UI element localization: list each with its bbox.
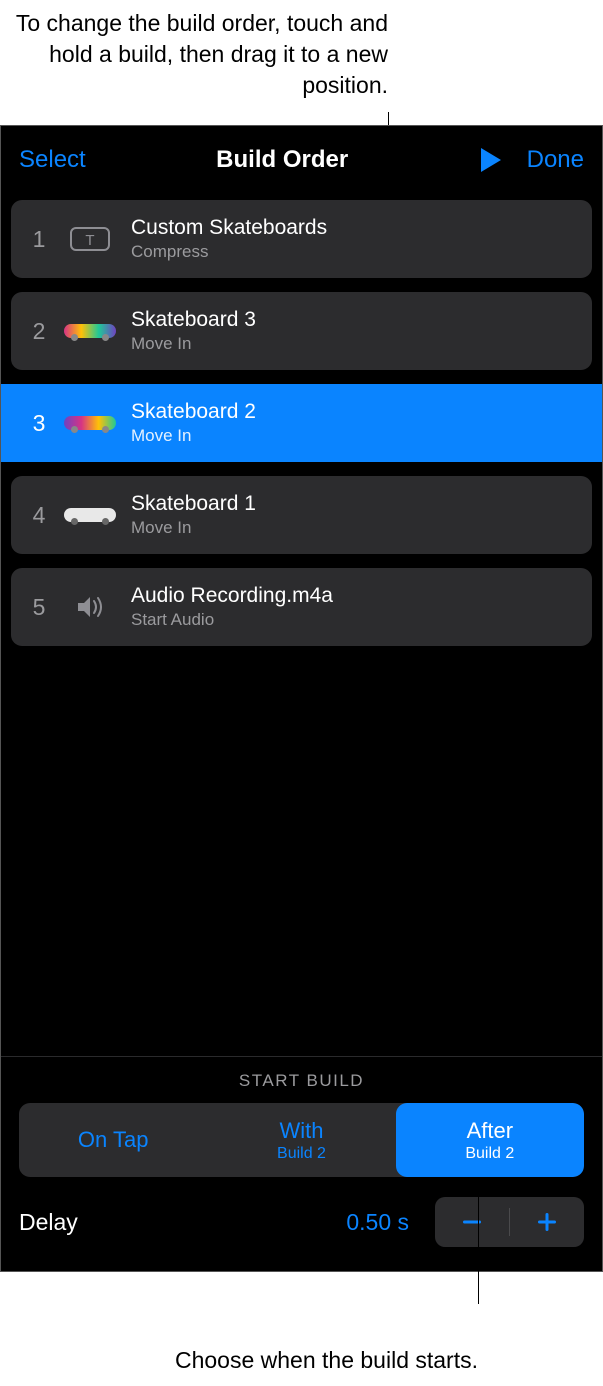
build-number: 5 xyxy=(21,594,57,621)
build-title: Skateboard 3 xyxy=(131,308,256,332)
build-number: 4 xyxy=(21,502,57,529)
delay-decrement-button[interactable] xyxy=(435,1197,509,1247)
start-build-panel: START BUILD On Tap With Build 2 After Bu… xyxy=(1,1056,602,1271)
skateboard-thumb-icon xyxy=(61,403,119,443)
panel-title: Build Order xyxy=(216,146,348,174)
build-row-selected[interactable]: 3 Skateboard 2 Move In xyxy=(1,384,602,462)
build-list: 1 T Custom Skateboards Compress 2 Skateb… xyxy=(1,194,602,1056)
select-button[interactable]: Select xyxy=(19,146,86,174)
minus-icon xyxy=(459,1209,485,1235)
delay-row: Delay 0.50 s xyxy=(19,1197,584,1247)
build-effect: Move In xyxy=(131,518,256,538)
skateboard-thumb-icon xyxy=(61,311,119,351)
build-row[interactable]: 5 Audio Recording.m4a Start Audio xyxy=(11,568,592,646)
start-on-tap-button[interactable]: On Tap xyxy=(19,1103,207,1177)
done-button[interactable]: Done xyxy=(527,146,584,174)
build-title: Audio Recording.m4a xyxy=(131,584,333,608)
build-title: Custom Skateboards xyxy=(131,216,327,240)
play-icon[interactable] xyxy=(479,147,503,173)
build-number: 1 xyxy=(21,226,57,253)
start-after-button[interactable]: After Build 2 xyxy=(396,1103,584,1177)
start-build-segmented: On Tap With Build 2 After Build 2 xyxy=(19,1103,584,1177)
plus-icon xyxy=(534,1209,560,1235)
build-title: Skateboard 2 xyxy=(131,400,256,424)
delay-value: 0.50 s xyxy=(346,1209,409,1236)
build-order-panel: Select Build Order Done 1 T Custom Skate… xyxy=(0,125,603,1272)
start-with-button[interactable]: With Build 2 xyxy=(207,1103,395,1177)
audio-icon xyxy=(61,587,119,627)
build-row[interactable]: 4 Skateboard 1 Move In xyxy=(11,476,592,554)
build-number: 2 xyxy=(21,318,57,345)
callout-bottom: Choose when the build starts. xyxy=(0,1345,603,1376)
header: Select Build Order Done xyxy=(1,126,602,194)
delay-increment-button[interactable] xyxy=(510,1197,584,1247)
build-row[interactable]: 1 T Custom Skateboards Compress xyxy=(11,200,592,278)
build-effect: Start Audio xyxy=(131,610,333,630)
build-effect: Compress xyxy=(131,242,327,262)
start-build-label: START BUILD xyxy=(19,1071,584,1091)
build-effect: Move In xyxy=(131,334,256,354)
svg-text:T: T xyxy=(85,232,94,249)
callout-top: To change the build order, touch and hol… xyxy=(0,8,603,101)
build-title: Skateboard 1 xyxy=(131,492,256,516)
build-row[interactable]: 2 Skateboard 3 Move In xyxy=(11,292,592,370)
text-box-icon: T xyxy=(61,219,119,259)
build-number: 3 xyxy=(21,410,57,437)
delay-label: Delay xyxy=(19,1209,78,1236)
build-effect: Move In xyxy=(131,426,256,446)
callout-line-bottom xyxy=(478,1192,479,1304)
skateboard-thumb-icon xyxy=(61,495,119,535)
delay-stepper xyxy=(435,1197,584,1247)
